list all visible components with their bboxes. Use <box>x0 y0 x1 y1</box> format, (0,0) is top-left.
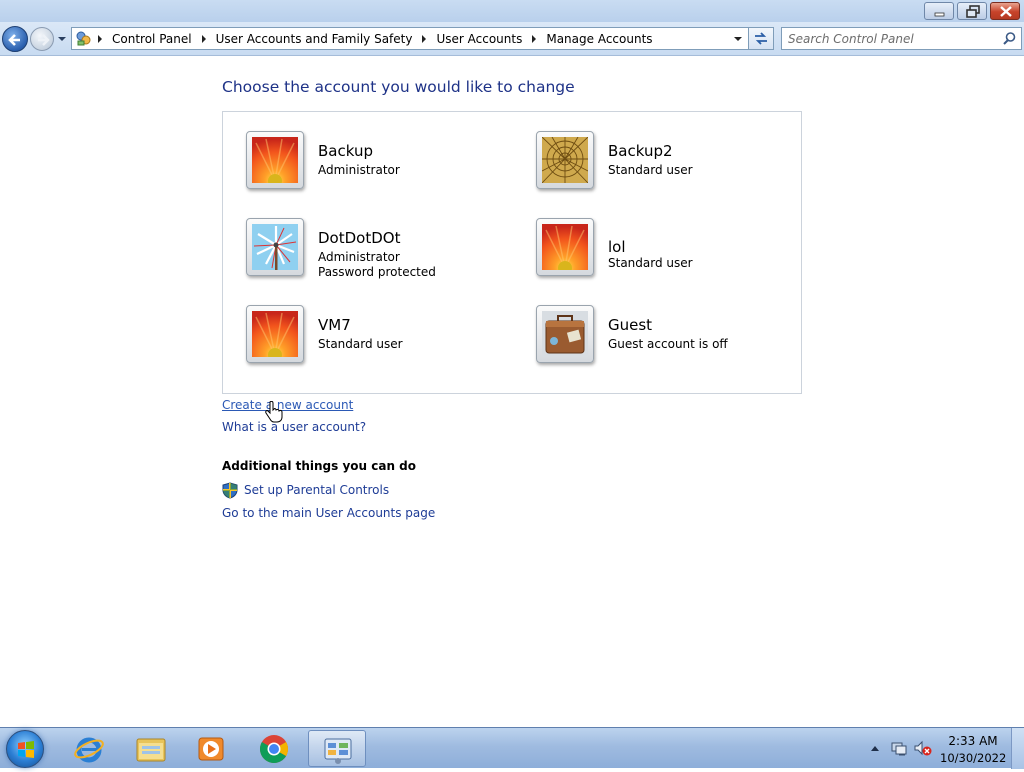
account-password-status: Password protected <box>318 265 436 279</box>
account-status: Guest account is off <box>608 337 728 351</box>
search-box[interactable] <box>781 27 1022 50</box>
search-input[interactable] <box>788 30 998 47</box>
address-dropdown-icon[interactable] <box>728 28 748 49</box>
minimize-icon <box>934 12 945 17</box>
account-list: Backup Administrator Backup2 Standard us… <box>222 111 802 394</box>
windows-explorer-icon <box>136 738 166 762</box>
taskbar-media-player[interactable] <box>182 730 240 767</box>
main-user-accounts-link[interactable]: Go to the main User Accounts page <box>222 506 435 520</box>
account-tile-backup[interactable]: Backup Administrator <box>246 131 516 195</box>
account-type: Administrator <box>318 163 400 177</box>
suitcase-picture <box>542 311 588 357</box>
account-tile-backup2[interactable]: Backup2 Standard user <box>536 131 806 195</box>
account-picture-frame <box>246 305 304 363</box>
show-desktop-button[interactable] <box>1011 728 1024 769</box>
shield-icon <box>222 482 238 499</box>
account-name: Backup <box>318 142 373 160</box>
breadcrumb-chevron-icon[interactable] <box>201 34 206 43</box>
gold-shell-picture <box>542 137 588 183</box>
taskbar-chrome[interactable] <box>245 730 303 767</box>
account-name: lol <box>608 238 626 256</box>
parental-controls-link[interactable]: Set up Parental Controls <box>244 483 389 497</box>
taskbar-internet-explorer[interactable] <box>60 730 118 767</box>
account-picture-frame <box>536 305 594 363</box>
taskbar-windows-explorer[interactable] <box>122 730 180 767</box>
breadcrumb-user-accounts[interactable]: User Accounts <box>436 32 522 46</box>
account-picture-frame <box>536 218 594 276</box>
breadcrumb-chevron-icon[interactable] <box>422 34 427 43</box>
breadcrumb: Control Panel User Accounts and Family S… <box>96 28 653 49</box>
breadcrumb-user-accounts-family-safety[interactable]: User Accounts and Family Safety <box>216 32 413 46</box>
taskbar: 2:33 AM 10/30/2022 <box>0 727 1024 769</box>
control-panel-icon <box>76 31 91 46</box>
breadcrumb-manage-accounts[interactable]: Manage Accounts <box>546 32 652 46</box>
breadcrumb-chevron-icon[interactable] <box>98 34 102 43</box>
orange-flower-picture <box>252 311 298 357</box>
pinwheel-picture <box>252 224 298 270</box>
show-hidden-icons-icon[interactable] <box>870 744 880 752</box>
media-player-icon <box>198 737 224 761</box>
address-bar[interactable]: Control Panel User Accounts and Family S… <box>71 27 749 50</box>
forward-button[interactable] <box>30 27 54 51</box>
arrow-left-icon <box>8 34 20 46</box>
account-name: VM7 <box>318 316 351 334</box>
account-picture-frame <box>246 218 304 276</box>
content-pane: Choose the account you would like to cha… <box>0 57 1024 727</box>
account-name: DotDotDOt <box>318 229 401 247</box>
breadcrumb-chevron-icon[interactable] <box>532 34 537 43</box>
account-type: Standard user <box>608 256 693 270</box>
account-tile-vm7[interactable]: VM7 Standard user <box>246 305 516 369</box>
account-type: Administrator <box>318 250 400 264</box>
title-bar <box>0 0 1024 22</box>
search-icon[interactable] <box>1002 31 1017 46</box>
account-tile-lol[interactable]: lol Standard user <box>536 218 806 282</box>
account-picture-frame <box>246 131 304 189</box>
restore-button[interactable] <box>957 2 987 20</box>
clock-date[interactable]: 10/30/2022 <box>940 751 1006 765</box>
hand-pointer-icon <box>265 401 283 423</box>
minimize-button[interactable] <box>924 2 954 20</box>
back-button[interactable] <box>2 26 28 52</box>
refresh-icon <box>755 32 767 45</box>
navigation-bar: Control Panel User Accounts and Family S… <box>0 22 1024 56</box>
control-panel-icon <box>324 738 352 764</box>
account-picture-frame <box>536 131 594 189</box>
account-name: Backup2 <box>608 142 673 160</box>
close-icon <box>1000 6 1012 17</box>
additional-tasks-heading: Additional things you can do <box>222 459 417 473</box>
account-tile-guest[interactable]: Guest Guest account is off <box>536 305 806 369</box>
refresh-button[interactable] <box>749 27 774 50</box>
volume-muted-icon[interactable] <box>914 740 932 756</box>
orange-flower-picture <box>252 137 298 183</box>
breadcrumb-control-panel[interactable]: Control Panel <box>112 32 192 46</box>
account-tile-dotdotdot[interactable]: DotDotDOt Administrator Password protect… <box>246 218 516 282</box>
network-icon[interactable] <box>891 740 907 756</box>
clock-time[interactable]: 2:33 AM <box>944 734 1002 748</box>
chrome-icon <box>260 735 288 763</box>
arrow-right-icon <box>38 34 50 46</box>
internet-explorer-icon <box>74 737 104 763</box>
start-button[interactable] <box>6 730 44 768</box>
recent-pages-chevron-icon[interactable] <box>57 34 67 44</box>
account-type: Standard user <box>318 337 403 351</box>
account-name: Guest <box>608 316 653 334</box>
account-type: Standard user <box>608 163 693 177</box>
windows-logo-icon <box>18 741 34 758</box>
restore-icon <box>966 5 980 18</box>
what-is-user-account-link[interactable]: What is a user account? <box>222 420 366 434</box>
create-account-link[interactable]: Create a new account <box>222 398 353 412</box>
orange-flower-picture <box>542 224 588 270</box>
taskbar-control-panel[interactable] <box>308 730 366 767</box>
page-title: Choose the account you would like to cha… <box>222 78 575 96</box>
close-button[interactable] <box>990 2 1020 20</box>
